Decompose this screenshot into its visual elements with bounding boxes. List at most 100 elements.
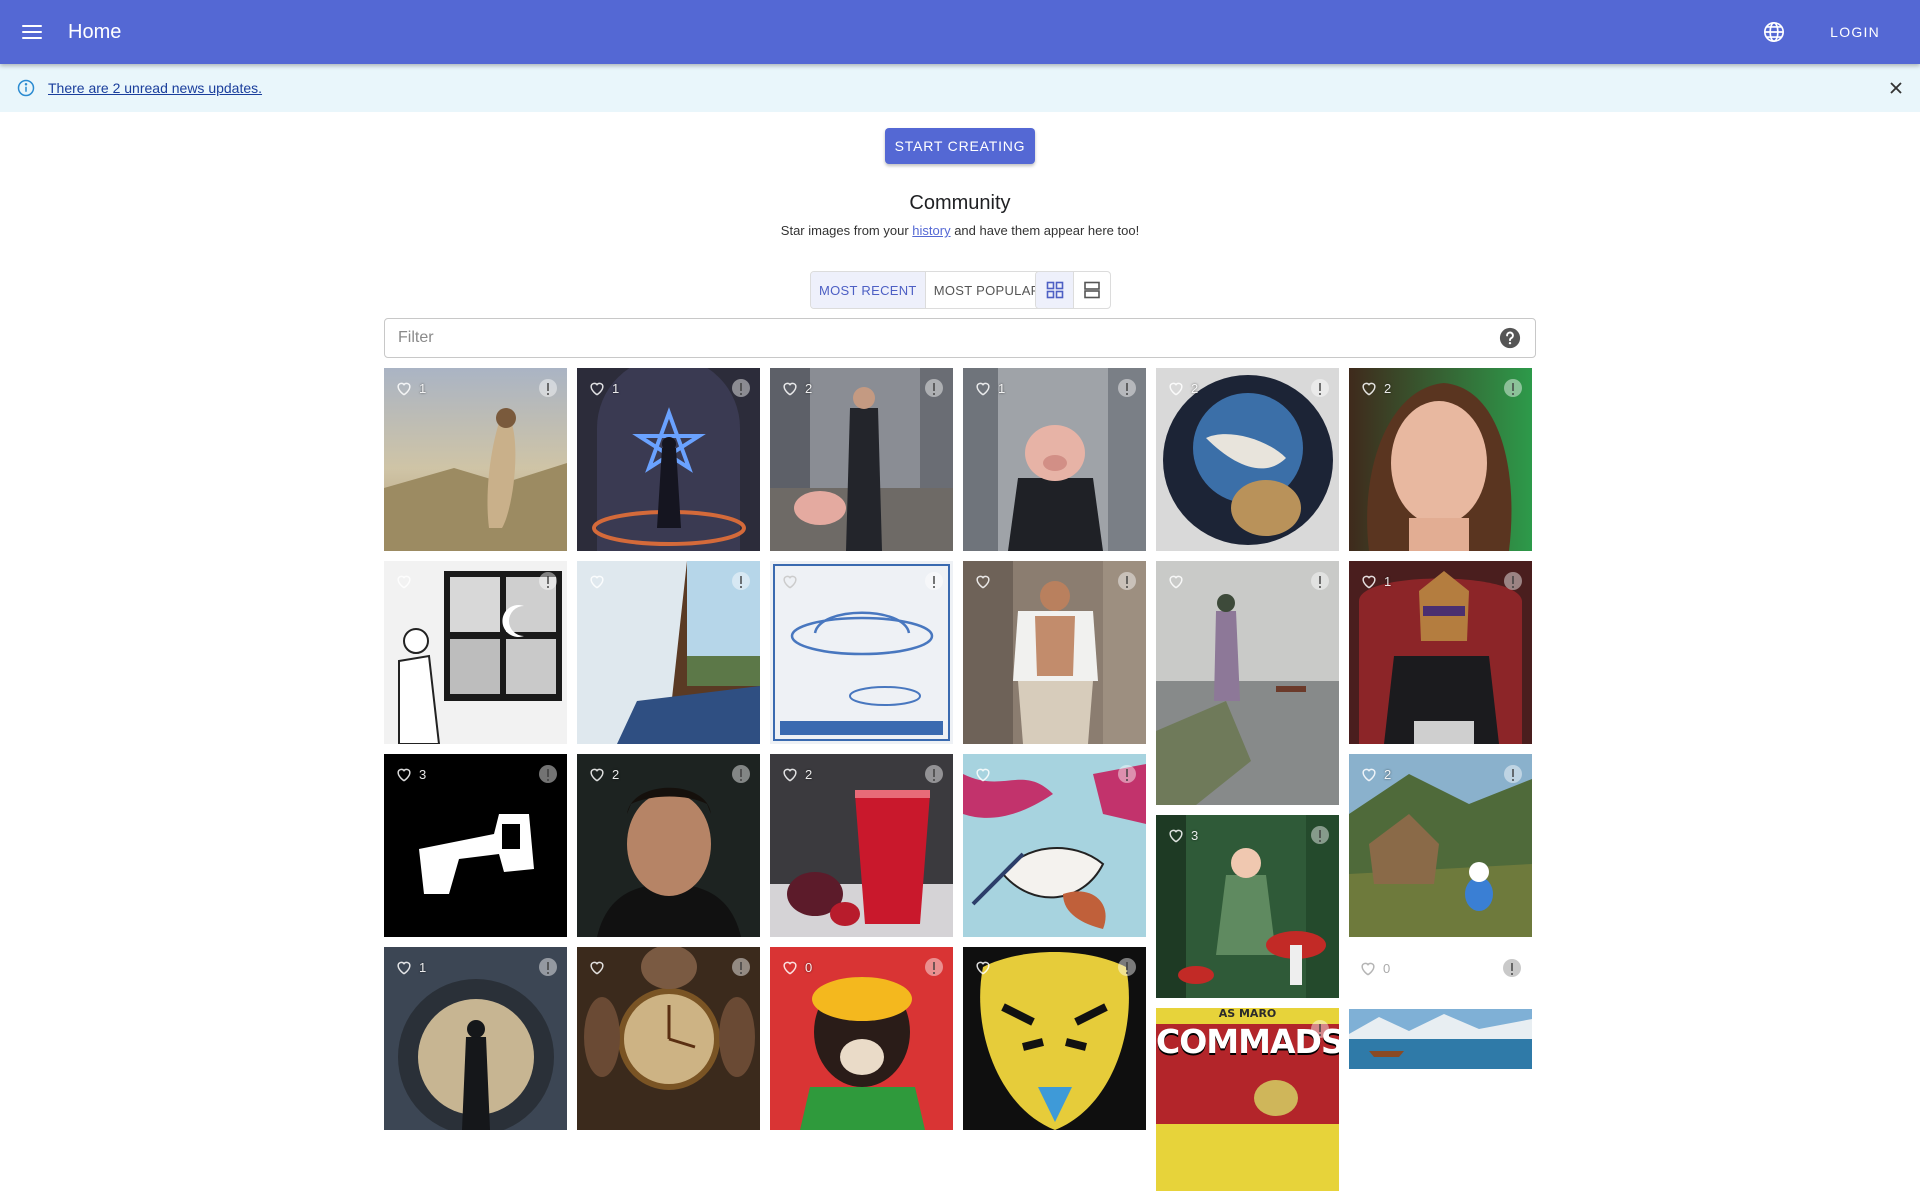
gallery-tile[interactable] bbox=[963, 754, 1146, 937]
history-link[interactable]: history bbox=[912, 223, 950, 238]
report-icon[interactable] bbox=[1311, 1020, 1329, 1038]
like-button[interactable]: 2 bbox=[780, 378, 812, 398]
heart-icon bbox=[976, 768, 990, 782]
gallery-tile[interactable]: 0 bbox=[770, 947, 953, 1130]
like-button[interactable] bbox=[973, 764, 998, 784]
report-icon[interactable] bbox=[1504, 765, 1522, 783]
start-creating-button[interactable]: START CREATING bbox=[885, 128, 1035, 164]
report-icon[interactable] bbox=[539, 958, 557, 976]
grid-view-button[interactable] bbox=[1036, 272, 1073, 308]
report-icon[interactable] bbox=[732, 379, 750, 397]
gallery-tile[interactable]: 3 bbox=[384, 754, 567, 937]
report-icon[interactable] bbox=[1503, 959, 1521, 977]
gallery-tile[interactable]: 1 bbox=[384, 947, 567, 1130]
sort-most-popular-button[interactable]: MOST POPULAR bbox=[924, 272, 1049, 308]
gallery-tile[interactable]: AS MARO COMMADS bbox=[1156, 1008, 1339, 1191]
like-button[interactable]: 2 bbox=[1166, 378, 1198, 398]
filter-input[interactable] bbox=[385, 319, 1499, 357]
heart-icon bbox=[590, 382, 604, 396]
like-button[interactable] bbox=[394, 571, 419, 591]
heart-icon bbox=[976, 575, 990, 589]
like-button[interactable]: 3 bbox=[1166, 825, 1198, 845]
like-button[interactable]: 2 bbox=[587, 764, 619, 784]
language-button[interactable] bbox=[1750, 8, 1798, 56]
gallery-tile[interactable]: 2 bbox=[1349, 754, 1532, 937]
like-button[interactable] bbox=[587, 957, 612, 977]
report-icon[interactable] bbox=[1118, 958, 1136, 976]
report-icon[interactable] bbox=[539, 572, 557, 590]
gallery-tile[interactable] bbox=[577, 947, 760, 1130]
login-button[interactable]: LOGIN bbox=[1822, 16, 1888, 48]
report-icon[interactable] bbox=[732, 958, 750, 976]
gallery-tile[interactable] bbox=[1349, 1009, 1532, 1069]
like-count: 0 bbox=[1383, 960, 1391, 976]
like-button[interactable]: 0 bbox=[780, 957, 812, 977]
like-button[interactable]: 0 bbox=[1358, 958, 1390, 978]
report-icon[interactable] bbox=[1118, 572, 1136, 590]
report-icon[interactable] bbox=[1504, 379, 1522, 397]
menu-button[interactable] bbox=[0, 0, 64, 64]
report-icon[interactable] bbox=[539, 379, 557, 397]
heart-icon bbox=[590, 768, 604, 782]
gallery-tile[interactable] bbox=[770, 561, 953, 744]
gallery-tile[interactable] bbox=[1156, 561, 1339, 805]
like-button[interactable] bbox=[973, 957, 998, 977]
like-count: 0 bbox=[805, 959, 813, 975]
like-button[interactable]: 2 bbox=[1359, 378, 1391, 398]
like-button[interactable] bbox=[587, 571, 612, 591]
like-button[interactable]: 3 bbox=[394, 764, 426, 784]
gallery-tile[interactable]: 3 bbox=[1156, 815, 1339, 998]
like-count: 2 bbox=[1191, 380, 1199, 396]
gallery-tile[interactable]: 2 bbox=[770, 754, 953, 937]
news-link[interactable]: There are 2 unread news updates. bbox=[48, 80, 262, 96]
report-icon[interactable] bbox=[732, 765, 750, 783]
report-icon[interactable] bbox=[539, 765, 557, 783]
gallery-tile[interactable] bbox=[963, 947, 1146, 1130]
gallery-tile[interactable]: 2 bbox=[1349, 368, 1532, 551]
gallery-tile[interactable] bbox=[963, 561, 1146, 744]
report-icon[interactable] bbox=[925, 572, 943, 590]
report-icon[interactable] bbox=[1118, 765, 1136, 783]
sort-most-recent-button[interactable]: MOST RECENT bbox=[811, 272, 925, 308]
report-icon[interactable] bbox=[1118, 379, 1136, 397]
heart-icon bbox=[1362, 382, 1376, 396]
like-count: 1 bbox=[998, 380, 1006, 396]
report-icon[interactable] bbox=[732, 572, 750, 590]
like-button[interactable] bbox=[973, 571, 998, 591]
like-button[interactable] bbox=[1166, 571, 1191, 591]
gallery-tile[interactable] bbox=[384, 561, 567, 744]
report-icon[interactable] bbox=[925, 958, 943, 976]
report-icon[interactable] bbox=[925, 379, 943, 397]
report-icon[interactable] bbox=[1504, 572, 1522, 590]
like-button[interactable]: 1 bbox=[973, 378, 1005, 398]
gallery-tile[interactable] bbox=[577, 561, 760, 744]
heart-icon bbox=[783, 961, 797, 975]
list-view-button[interactable] bbox=[1073, 272, 1110, 308]
report-icon[interactable] bbox=[925, 765, 943, 783]
gallery-tile[interactable]: 1 bbox=[1349, 561, 1532, 744]
gallery-tile-placeholder[interactable]: 0 bbox=[1348, 948, 1531, 998]
like-count: 2 bbox=[805, 766, 813, 782]
heart-icon bbox=[1169, 829, 1183, 843]
report-icon[interactable] bbox=[1311, 572, 1329, 590]
like-button[interactable]: 1 bbox=[587, 378, 619, 398]
report-icon[interactable] bbox=[1311, 826, 1329, 844]
gallery-tile[interactable]: 2 bbox=[770, 368, 953, 551]
gallery-tile[interactable]: 2 bbox=[1156, 368, 1339, 551]
gallery-tile[interactable]: 1 bbox=[577, 368, 760, 551]
like-button[interactable]: 2 bbox=[780, 764, 812, 784]
like-button[interactable]: 1 bbox=[394, 957, 426, 977]
like-button[interactable]: 1 bbox=[394, 378, 426, 398]
view-toggle-group bbox=[1035, 271, 1111, 309]
help-icon[interactable] bbox=[1499, 327, 1521, 349]
gallery-tile[interactable]: 1 bbox=[963, 368, 1146, 551]
close-icon[interactable] bbox=[1886, 78, 1906, 98]
like-button[interactable] bbox=[780, 571, 805, 591]
heart-icon bbox=[590, 961, 604, 975]
gallery-tile[interactable]: 1 bbox=[384, 368, 567, 551]
report-icon[interactable] bbox=[1311, 379, 1329, 397]
like-button[interactable]: 2 bbox=[1359, 764, 1391, 784]
gallery-tile[interactable]: 2 bbox=[577, 754, 760, 937]
heart-icon bbox=[783, 382, 797, 396]
like-button[interactable]: 1 bbox=[1359, 571, 1391, 591]
